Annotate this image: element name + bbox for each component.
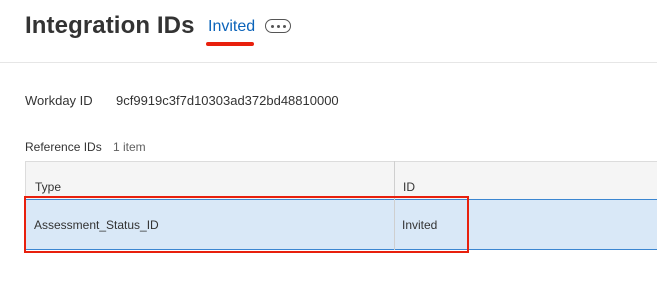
workday-id-label: Workday ID (25, 93, 93, 108)
more-options-icon-dot (276, 24, 280, 28)
tab-invited[interactable]: Invited (208, 18, 255, 36)
more-options-icon (270, 24, 274, 28)
column-header-id[interactable]: ID (403, 180, 415, 194)
table-row[interactable]: Assessment_Status_ID Invited (25, 199, 657, 250)
page-title: Integration IDs (25, 12, 195, 39)
more-options-icon-dot (282, 24, 286, 28)
active-tab-indicator (206, 42, 254, 46)
column-header-type[interactable]: Type (35, 180, 61, 194)
reference-ids-label: Reference IDs (25, 140, 102, 154)
reference-ids-count: 1 item (113, 140, 146, 154)
reference-ids-table: Type ID Assessment_Status_ID Invited (25, 161, 657, 250)
more-options-button[interactable] (265, 19, 291, 33)
cell-type: Assessment_Status_ID (34, 218, 159, 232)
column-divider (394, 161, 395, 250)
page-header: Integration IDs Invited (0, 0, 657, 63)
cell-id: Invited (402, 218, 438, 232)
table-header: Type ID (25, 161, 657, 199)
workday-id-value: 9cf9919c3f7d10303ad372bd48810000 (116, 93, 339, 108)
integration-ids-page: Integration IDs Invited Workday ID 9cf99… (0, 0, 657, 297)
